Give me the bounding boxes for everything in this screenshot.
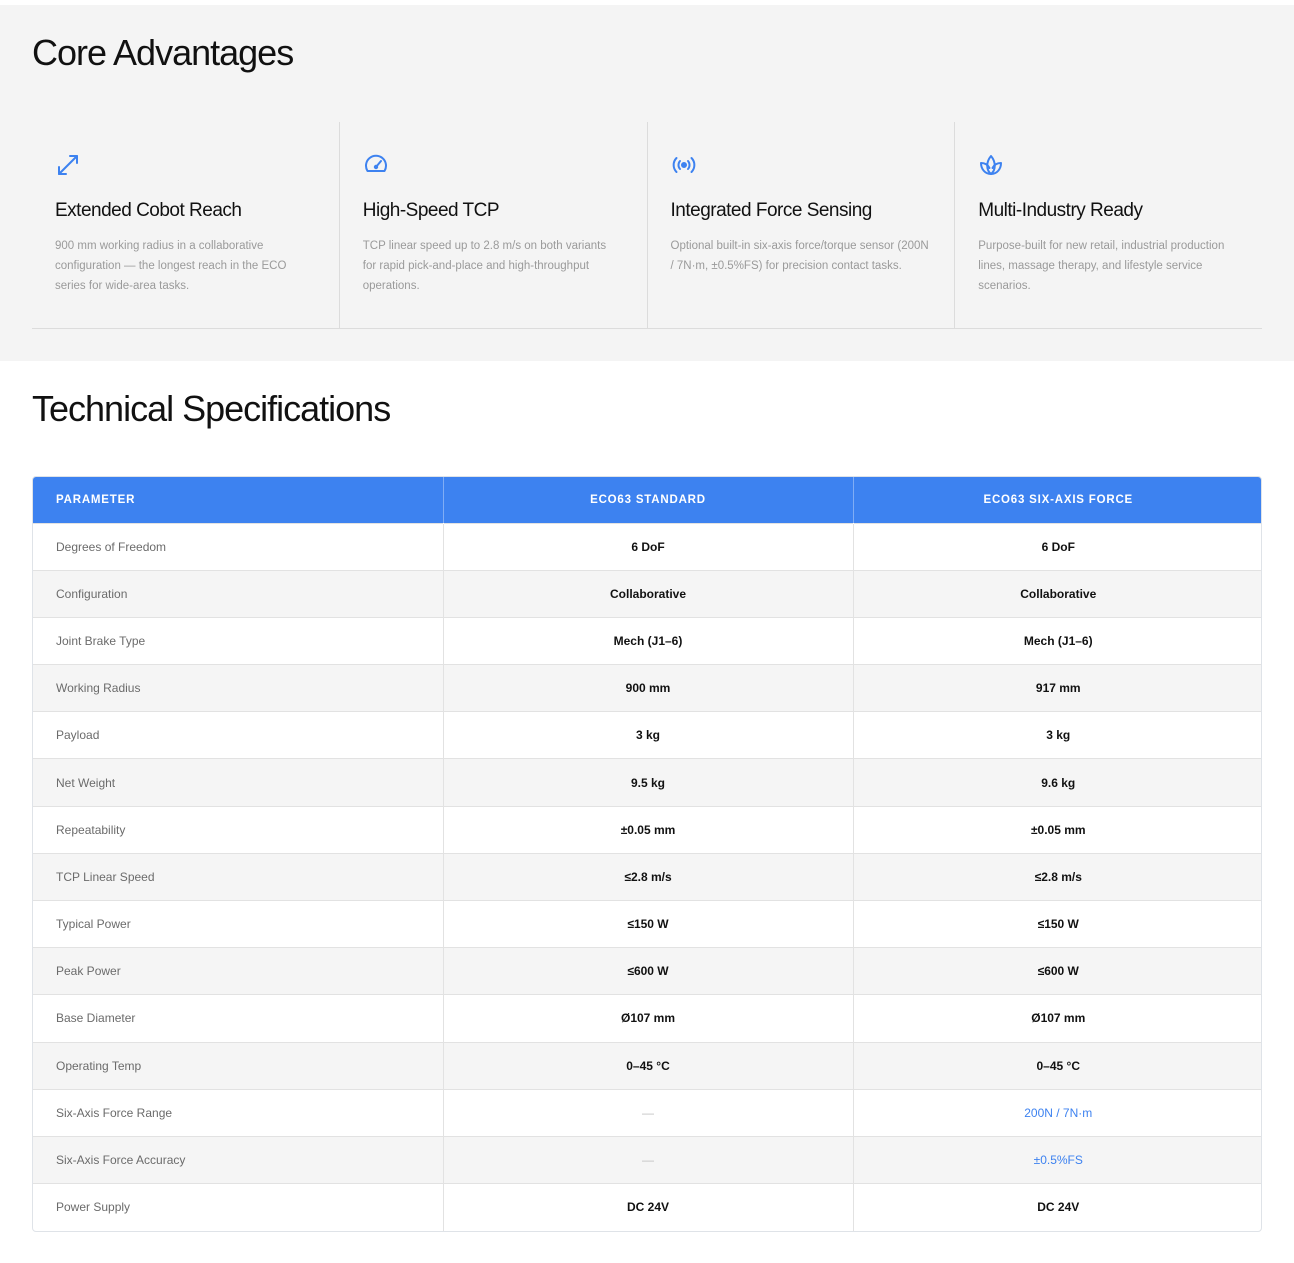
column-header-six-axis-force: ECO63 SIX-AXIS FORCE <box>853 477 1261 523</box>
standard-value-cell: Ø107 mm <box>443 994 854 1043</box>
expand-arrows-icon <box>55 152 81 178</box>
advantage-description: 900 mm working radius in a collaborative… <box>55 240 287 292</box>
six-axis-force-value-cell: 0–45 °C <box>853 1041 1261 1090</box>
standard-value-cell: — <box>443 1088 854 1137</box>
parameter-cell: Power Supply <box>33 1183 444 1231</box>
parameter-cell: Joint Brake Type <box>33 616 444 665</box>
table-row: Power Supply DC 24V DC 24V <box>33 1183 1261 1231</box>
table-row: Six-Axis Force Accuracy — ±0.5%FS <box>33 1135 1261 1184</box>
specifications-table: PARAMETER ECO63 STANDARD ECO63 SIX-AXIS … <box>32 476 1262 1232</box>
standard-value-cell: — <box>443 1135 854 1184</box>
parameter-cell: Six-Axis Force Range <box>33 1088 444 1137</box>
advantage-title: High-Speed TCP <box>362 200 500 221</box>
standard-value-cell: 6 DoF <box>443 522 854 571</box>
parameter-cell: Configuration <box>33 569 444 618</box>
table-row: Repeatability ±0.05 mm ±0.05 mm <box>33 805 1261 854</box>
table-header-row: PARAMETER ECO63 STANDARD ECO63 SIX-AXIS … <box>33 477 1261 523</box>
parameter-cell: Payload <box>33 711 444 759</box>
standard-value-cell: ≤600 W <box>443 947 854 995</box>
advantages-grid: Extended Cobot Reach 900 mm working radi… <box>32 122 1262 329</box>
six-axis-force-value-cell: 200N / 7N·m <box>853 1088 1261 1137</box>
table-row: Six-Axis Force Range —200N / 7N·m <box>33 1088 1261 1137</box>
parameter-cell: Six-Axis Force Accuracy <box>33 1135 444 1184</box>
parameter-cell: Operating Temp <box>33 1041 444 1090</box>
standard-value-cell: 9.5 kg <box>443 758 854 807</box>
column-header-parameter: PARAMETER <box>33 477 444 523</box>
six-axis-force-value-cell: Ø107 mm <box>853 994 1261 1043</box>
table-row: Typical Power ≤150 W ≤150 W <box>33 899 1261 948</box>
advantage-card: Extended Cobot Reach 900 mm working radi… <box>32 122 340 328</box>
speedometer-icon <box>363 152 389 178</box>
parameter-cell: Base Diameter <box>33 994 444 1043</box>
advantage-title: Integrated Force Sensing <box>670 200 873 221</box>
advantage-card: High-Speed TCP TCP linear speed up to 2.… <box>340 122 648 328</box>
six-axis-force-value-cell: 6 DoF <box>853 522 1261 571</box>
parameter-cell: Repeatability <box>33 805 444 854</box>
table-row: Base Diameter Ø107 mm Ø107 mm <box>33 994 1261 1043</box>
parameter-cell: TCP Linear Speed <box>33 852 444 901</box>
advantage-description: TCP linear speed up to 2.8 m/s on both v… <box>362 240 607 292</box>
table-row: Operating Temp 0–45 °C 0–45 °C <box>33 1041 1261 1090</box>
parameter-cell: Net Weight <box>33 758 444 807</box>
six-axis-force-value-cell: Mech (J1–6) <box>853 616 1261 665</box>
standard-value-cell: 900 mm <box>443 664 854 712</box>
standard-value-cell: 3 kg <box>443 711 854 759</box>
table-row: Payload 3 kg 3 kg <box>33 711 1261 759</box>
advantage-card: Multi-Industry Ready Purpose-built for n… <box>955 122 1262 328</box>
six-axis-force-value-cell: 3 kg <box>853 711 1261 759</box>
standard-value-cell: Collaborative <box>443 569 854 618</box>
advantage-title: Multi-Industry Ready <box>978 200 1143 221</box>
standard-value-cell: DC 24V <box>443 1183 854 1231</box>
parameter-cell: Typical Power <box>33 899 444 948</box>
advantage-card: Integrated Force Sensing Optional built-… <box>648 122 956 328</box>
six-axis-force-value-cell: ≤2.8 m/s <box>853 852 1261 901</box>
parameter-cell: Working Radius <box>33 664 444 712</box>
lotus-icon <box>978 152 1004 178</box>
column-header-standard: ECO63 STANDARD <box>443 477 854 523</box>
six-axis-force-value-cell: ±0.5%FS <box>853 1135 1261 1184</box>
parameter-cell: Degrees of Freedom <box>33 522 444 571</box>
six-axis-force-value-cell: Collaborative <box>853 569 1261 618</box>
table-row: Peak Power ≤600 W ≤600 W <box>33 947 1261 995</box>
six-axis-force-value-cell: ≤150 W <box>853 899 1261 948</box>
core-advantages-title: Core Advantages <box>32 32 294 73</box>
table-row: Working Radius 900 mm 917 mm <box>33 664 1261 712</box>
signal-broadcast-icon <box>671 152 697 178</box>
standard-value-cell: 0–45 °C <box>443 1041 854 1090</box>
standard-value-cell: ≤2.8 m/s <box>443 852 854 901</box>
standard-value-cell: Mech (J1–6) <box>443 616 854 665</box>
advantage-description: Optional built-in six-axis force/torque … <box>670 240 929 272</box>
table-row: TCP Linear Speed ≤2.8 m/s ≤2.8 m/s <box>33 852 1261 901</box>
standard-value-cell: ±0.05 mm <box>443 805 854 854</box>
parameter-cell: Peak Power <box>33 947 444 995</box>
six-axis-force-value-cell: DC 24V <box>853 1183 1261 1231</box>
table-row: Configuration Collaborative Collaborative <box>33 569 1261 618</box>
advantage-description: Purpose-built for new retail, industrial… <box>978 240 1225 292</box>
six-axis-force-value-cell: ±0.05 mm <box>853 805 1261 854</box>
six-axis-force-value-cell: ≤600 W <box>853 947 1261 995</box>
table-row: Degrees of Freedom 6 DoF 6 DoF <box>33 522 1261 571</box>
technical-specifications-title: Technical Specifications <box>32 388 391 429</box>
table-row: Net Weight 9.5 kg 9.6 kg <box>33 758 1261 807</box>
table-row: Joint Brake Type Mech (J1–6) Mech (J1–6) <box>33 616 1261 665</box>
advantage-title: Extended Cobot Reach <box>55 200 242 221</box>
standard-value-cell: ≤150 W <box>443 899 854 948</box>
six-axis-force-value-cell: 917 mm <box>853 664 1261 712</box>
six-axis-force-value-cell: 9.6 kg <box>853 758 1261 807</box>
